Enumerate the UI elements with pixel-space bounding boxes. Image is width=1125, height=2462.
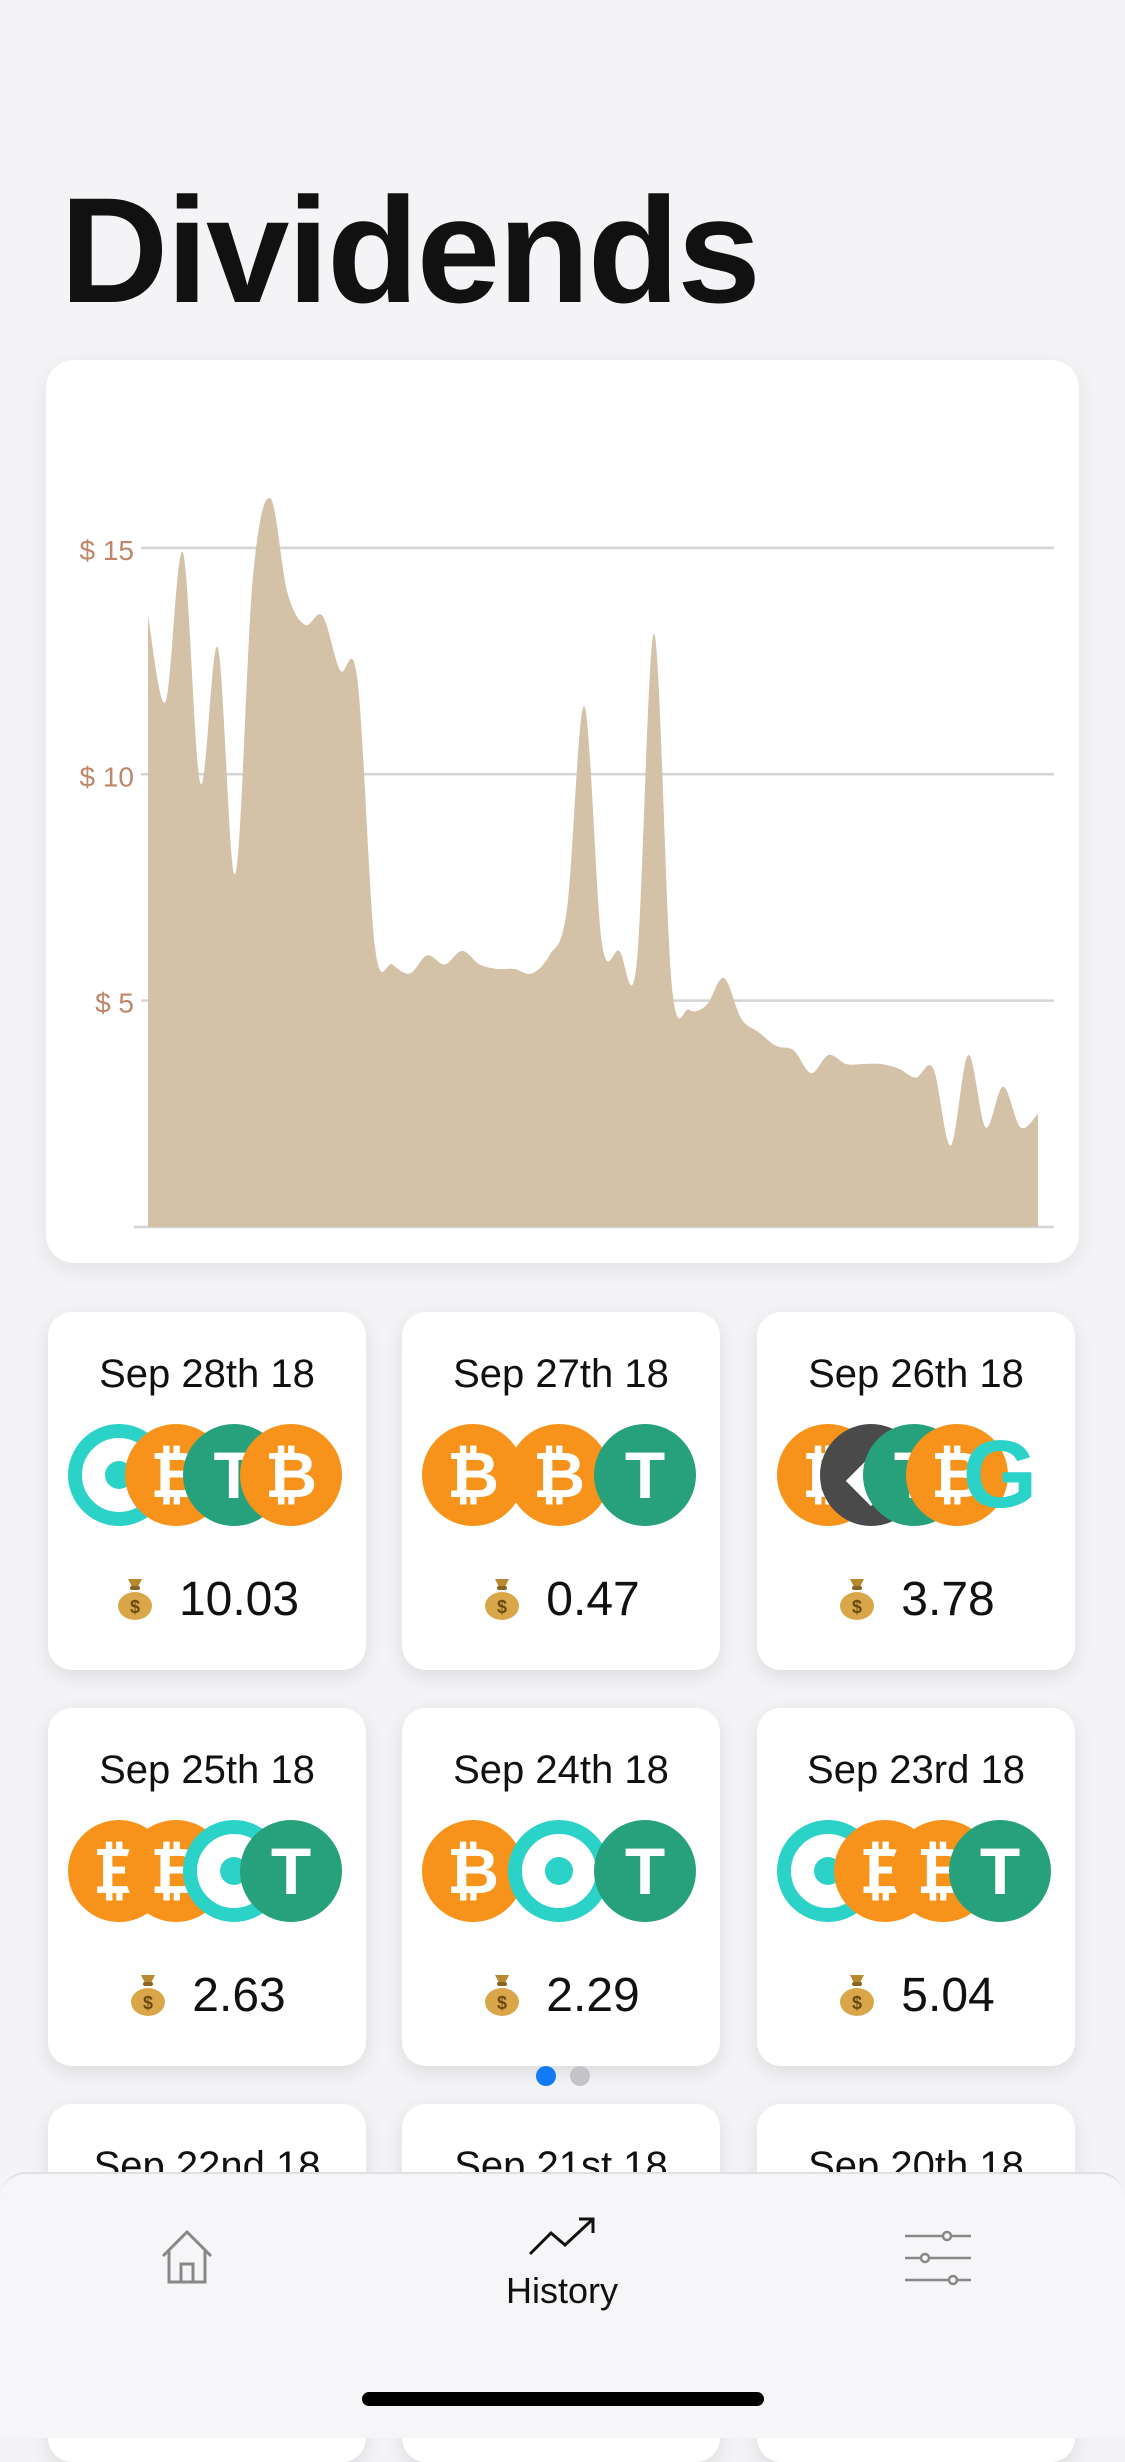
card-amount-row: $2.63 [48,1968,366,2023]
bitcoin-icon: ₿ [240,1424,342,1526]
tab-home[interactable] [62,2174,312,2334]
dividend-card[interactable]: Sep 25th 18 ₿ ₿ T $2.63 [48,1708,366,2066]
money-bag-icon: $ [131,1975,166,2016]
dividend-card[interactable]: Sep 27th 18 ₿ ₿ T $0.47 [402,1312,720,1670]
card-amount-row: $0.47 [402,1572,720,1627]
card-date: Sep 24th 18 [453,1748,669,1792]
amount-value: 2.63 [192,1969,286,2022]
card-date: Sep 27th 18 [453,1352,669,1396]
trend-up-icon [528,2217,595,2256]
money-bag-icon: $ [485,1579,520,1620]
y-tick-label: $ 15 [80,535,135,566]
card-date: Sep 28th 18 [99,1352,315,1396]
card-date: Sep 26th 18 [808,1352,1024,1396]
dividend-area-series [148,497,1038,1227]
card-amount-row: $5.04 [757,1968,1075,2023]
amount-value: 2.29 [546,1969,640,2022]
dividend-card[interactable]: Sep 23rd 18 ₿ ₿ T $5.04 [757,1708,1075,2066]
dividend-card[interactable]: Sep 26th 18 ₿◆T₿G $3.78 [757,1312,1075,1670]
y-tick-label: $ 5 [95,988,134,1019]
svg-text:$: $ [143,1993,153,2013]
page-dot[interactable] [569,2066,590,2086]
svg-text:$: $ [497,1597,507,1617]
svg-text:$: $ [852,1597,862,1617]
coin-stack: ₿ T ₿ [68,1424,346,1528]
coin-stack: ₿ ₿ T [68,1820,346,1924]
money-bag-icon: $ [840,1579,875,1620]
card-amount-row: $3.78 [757,1572,1075,1627]
y-tick-label: $ 10 [80,761,135,792]
sliders-icon [905,2230,971,2286]
tab-settings[interactable] [813,2174,1063,2334]
tether-icon: T [949,1820,1051,1922]
coin-stack: ₿ ₿ T [422,1424,700,1528]
amount-value: 0.47 [546,1573,640,1626]
home-icon [161,2229,213,2284]
page-control[interactable] [0,2066,1125,2088]
dividends-chart-card: $ 15 $ 10 $ 5 [46,360,1079,1263]
svg-text:$: $ [852,1993,862,2013]
tab-history[interactable]: History [437,2174,687,2334]
coin-stack: ₿ ₿ T [777,1820,1055,1924]
coin-stack: ₿ T [422,1820,700,1924]
amount-value: 3.78 [901,1573,995,1626]
svg-text:$: $ [497,1993,507,2013]
tether-icon: T [240,1820,342,1922]
dividends-area-chart: $ 15 $ 10 $ 5 [80,497,1054,1229]
money-bag-icon: $ [485,1975,520,2016]
card-date: Sep 25th 18 [99,1748,315,1792]
amount-value: 10.03 [178,1573,300,1626]
tab-history-label: History [505,2270,618,2311]
card-amount-row: $10.03 [48,1572,366,1627]
tether-icon: T [594,1820,696,1922]
card-amount-row: $2.29 [402,1968,720,2023]
gx-icon: G [962,1421,1038,1528]
card-date: Sep 23rd 18 [807,1748,1025,1792]
svg-text:$: $ [130,1597,140,1617]
money-bag-icon: $ [117,1579,152,1620]
money-bag-icon: $ [840,1975,875,2016]
home-indicator [362,2392,764,2406]
dividend-card[interactable]: Sep 28th 18 ₿ T ₿ $10.03 [48,1312,366,1670]
coin-stack: ₿◆T₿G [777,1424,1055,1528]
page-dot[interactable] [535,2066,556,2086]
amount-value: 5.04 [901,1969,995,2022]
tether-icon: T [594,1424,696,1526]
page-title: Dividends [60,166,761,334]
dividend-card[interactable]: Sep 24th 18 ₿ T $2.29 [402,1708,720,2066]
